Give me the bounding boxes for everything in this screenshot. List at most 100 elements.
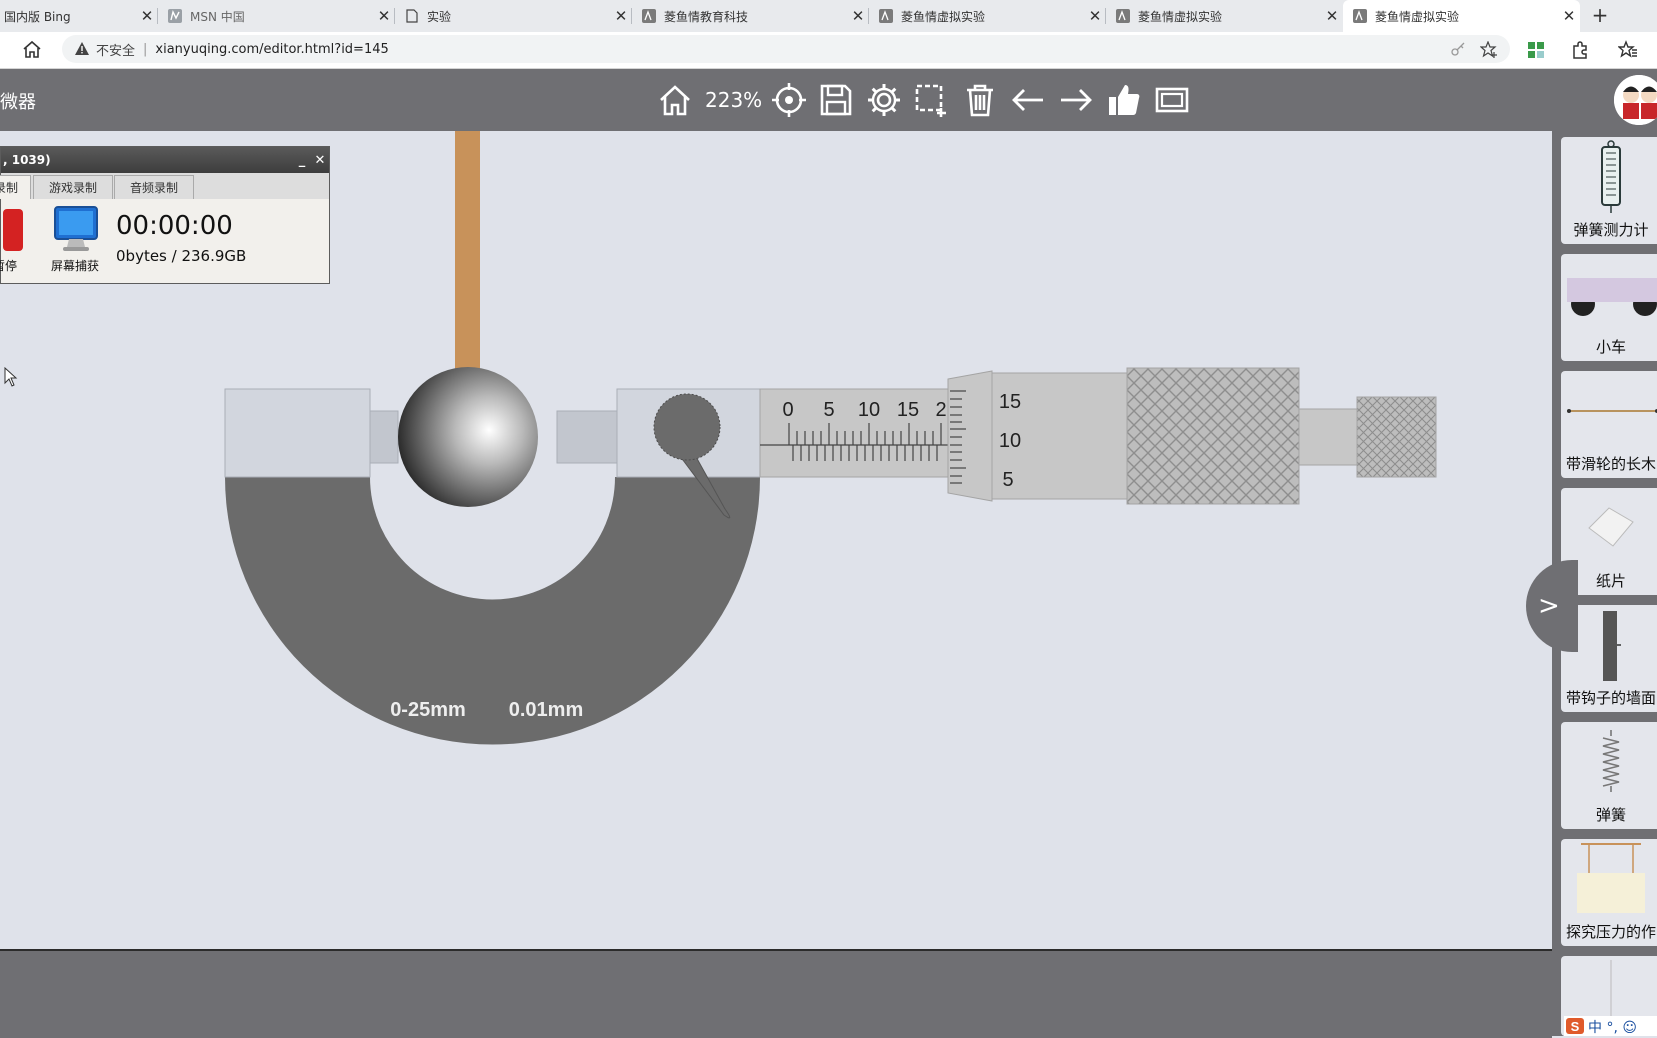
ime-status: 中 °, ☺ — [1588, 1020, 1637, 1036]
input-method-bar[interactable]: S 中 °, ☺ — [1564, 1016, 1657, 1036]
delete-icon[interactable] — [962, 82, 998, 118]
recorder-tabs: 录制 游戏录制 音频录制 — [0, 173, 329, 199]
fullscreen-icon[interactable] — [1154, 82, 1190, 118]
url-field[interactable]: 不安全 | xianyuqing.com/editor.html?id=145 — [62, 35, 1510, 63]
lock-knob[interactable] — [653, 393, 721, 461]
equipment-label: 弹簧测力计 — [1573, 221, 1649, 239]
equipment-pressure-experiment[interactable]: 探究压力的作 — [1561, 839, 1657, 946]
precision-label: 0.01mm — [509, 699, 584, 721]
recorder-title: , 1039) — [3, 153, 51, 167]
home-icon[interactable] — [657, 82, 693, 118]
equipment-pulley-board[interactable]: 带滑轮的长木 — [1561, 371, 1657, 478]
warning-icon[interactable] — [74, 41, 90, 57]
avatar-image — [1614, 75, 1657, 125]
key-icon[interactable] — [1450, 41, 1466, 57]
monitor-icon[interactable] — [53, 205, 99, 253]
recording-size: 0bytes / 236.9GB — [116, 247, 247, 265]
equipment-cart[interactable]: 小车 — [1561, 254, 1657, 361]
redo-icon[interactable] — [1058, 82, 1094, 118]
close-icon[interactable]: ✕ — [1321, 7, 1343, 25]
close-icon[interactable]: ✕ — [610, 7, 632, 25]
main-scale-label: 5 — [823, 399, 834, 421]
equipment-label: 带钩子的墙面 — [1565, 689, 1656, 707]
spring-icon — [1602, 730, 1620, 792]
avatar[interactable] — [1614, 75, 1657, 125]
pause-button-icon[interactable] — [1, 207, 25, 253]
tab-label: 菱鱼情虚拟实验 — [1375, 9, 1460, 24]
range-label: 0-25mm — [390, 699, 466, 721]
home-icon[interactable] — [20, 38, 44, 62]
site-icon — [1116, 9, 1130, 23]
screen-recorder-window[interactable]: , 1039) _ ✕ 录制 游戏录制 音频录制 暂停 屏幕捕获 00:00:0… — [0, 146, 330, 284]
spring-scale-icon — [1601, 140, 1621, 213]
tab-game-record[interactable]: 游戏录制 — [33, 175, 113, 199]
cart-icon — [1567, 278, 1657, 316]
main-scale-label: 0 — [782, 399, 793, 421]
recorder-titlebar[interactable]: , 1039) _ ✕ — [1, 147, 329, 173]
ratchet-knob[interactable] — [1356, 396, 1437, 478]
close-icon[interactable]: ✕ — [136, 7, 158, 25]
browser-tab-strip: 国内版 Bing ✕ MSN 中国 ✕ 实验 ✕ 菱鱼情教育科技 ✕ 菱鱼情虚拟… — [0, 0, 1657, 32]
close-icon[interactable]: ✕ — [1084, 7, 1106, 25]
capture-label: 屏幕捕获 — [51, 259, 100, 273]
equipment-label: 弹簧 — [1595, 806, 1626, 824]
tab-label: MSN 中国 — [190, 9, 245, 24]
tab-virtual-lab-2[interactable]: 菱鱼情虚拟实验 ✕ — [1106, 0, 1343, 32]
knurled-grip[interactable] — [1126, 367, 1300, 505]
add-favorite-icon[interactable] — [1480, 41, 1498, 59]
thimble-label: 10 — [999, 430, 1021, 452]
recorder-body: 暂停 屏幕捕获 00:00:00 0bytes / 236.9GB — [0, 199, 329, 283]
tab-audio-record[interactable]: 音频录制 — [114, 175, 194, 199]
site-icon — [642, 9, 656, 23]
like-icon[interactable] — [1106, 82, 1142, 118]
url-separator: | — [143, 41, 148, 57]
apps-icon[interactable] — [1526, 40, 1546, 60]
tab-msn[interactable]: MSN 中国 ✕ — [158, 0, 395, 32]
select-area-icon[interactable] — [913, 82, 949, 118]
locate-icon[interactable] — [771, 82, 807, 118]
app-title: 微器 — [0, 92, 36, 113]
save-icon[interactable] — [818, 82, 854, 118]
settings-icon[interactable] — [866, 82, 902, 118]
hanging-string[interactable] — [455, 131, 480, 369]
tab-xianyuqing-edu[interactable]: 菱鱼情教育科技 ✕ — [632, 0, 869, 32]
pause-label: 暂停 — [0, 259, 18, 273]
equipment-label: 带滑轮的长木 — [1565, 455, 1656, 473]
new-tab-button[interactable]: + — [1588, 4, 1612, 28]
close-button[interactable]: ✕ — [311, 153, 329, 168]
minimize-button[interactable]: _ — [293, 153, 311, 168]
tab-virtual-lab-1[interactable]: 菱鱼情虚拟实验 ✕ — [869, 0, 1106, 32]
mouse-cursor-icon — [4, 367, 18, 387]
site-icon — [1353, 9, 1367, 23]
url-text[interactable]: xianyuqing.com/editor.html?id=145 — [155, 42, 388, 57]
equipment-spring-scale[interactable]: 弹簧测力计 — [1561, 137, 1657, 244]
zoom-level[interactable]: 223% — [705, 88, 762, 112]
tab-label: 菱鱼情教育科技 — [664, 9, 749, 24]
main-scale-label: 10 — [858, 399, 880, 421]
paper-icon — [1588, 507, 1634, 547]
undo-icon[interactable] — [1010, 82, 1046, 118]
equipment-label: 探究压力的作 — [1565, 923, 1656, 941]
equipment-spring[interactable]: 弹簧 — [1561, 722, 1657, 829]
close-icon[interactable]: ✕ — [847, 7, 869, 25]
tab-screen-record[interactable]: 录制 — [0, 175, 31, 199]
equipment-label: 小车 — [1595, 338, 1626, 356]
url-actions — [1450, 41, 1498, 59]
close-icon[interactable]: ✕ — [1558, 7, 1580, 25]
pulley-board-icon — [1567, 409, 1657, 413]
tab-bing[interactable]: 国内版 Bing ✕ — [0, 0, 158, 32]
main-scale-label: 15 — [897, 399, 919, 421]
bottom-bar — [0, 949, 1552, 1038]
favorites-icon[interactable] — [1618, 40, 1638, 60]
tab-experiment[interactable]: 实验 ✕ — [395, 0, 632, 32]
tab-label: 菱鱼情虚拟实验 — [901, 9, 986, 24]
close-icon[interactable]: ✕ — [373, 7, 395, 25]
metal-ball[interactable] — [398, 367, 538, 507]
svg-text:S: S — [1571, 1019, 1580, 1034]
document-icon — [406, 9, 418, 23]
tab-label: 国内版 Bing — [4, 9, 71, 24]
tab-virtual-lab-active[interactable]: 菱鱼情虚拟实验 ✕ — [1343, 0, 1580, 32]
anvil-face — [369, 410, 399, 464]
security-status: 不安全 — [96, 43, 136, 59]
extensions-icon[interactable] — [1570, 40, 1590, 60]
